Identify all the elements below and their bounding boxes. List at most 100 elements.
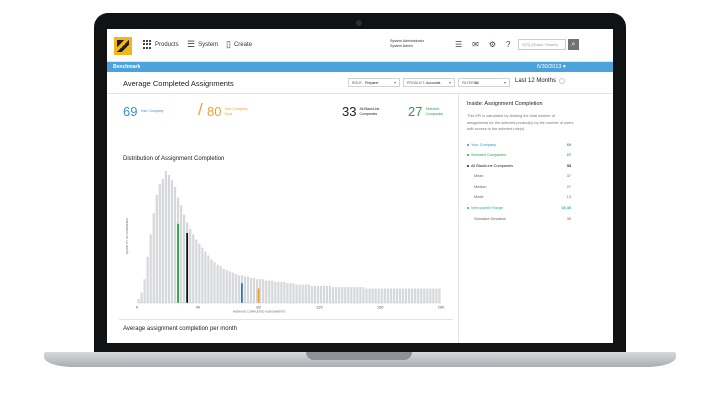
histogram-bar (228, 271, 231, 303)
insight-description: This KPI is calculated by dividing the t… (467, 114, 574, 131)
x-tick-label: 0 (136, 305, 139, 310)
x-tick-label: 160 (377, 305, 384, 310)
kpi-selected-companies: 27 Selected Companies (408, 104, 447, 119)
kpi-label: All BlackLine Companies (359, 107, 380, 116)
kpi-label: Selected Companies (425, 107, 444, 116)
histogram-bar (398, 288, 402, 303)
histogram-bar (401, 288, 405, 303)
histogram-bar (420, 288, 423, 303)
system-menu[interactable]: ☰ System (187, 40, 218, 49)
stat-value: 19-40 (561, 206, 571, 211)
chevron-down-icon: ▾ (393, 80, 396, 85)
histogram-bar (338, 287, 341, 303)
blackline-logo[interactable] (114, 37, 132, 55)
histogram-bar (322, 285, 326, 303)
stat-label: Mean (474, 174, 484, 178)
filters-filter[interactable]: FILTERS: All ▾ (458, 78, 510, 87)
histogram-bar (140, 292, 143, 303)
histogram-bar (368, 288, 371, 303)
stat-label-text: Your Company (471, 142, 496, 147)
role-filter[interactable]: ROLE: Preparer ▾ (348, 78, 400, 87)
search-input[interactable]: IQ7Q (Global / Search) (518, 39, 566, 50)
histogram-bar (359, 287, 362, 303)
histogram-bar (225, 270, 228, 303)
stat-value: 27 (566, 184, 571, 189)
marker-bar (240, 283, 243, 303)
histogram-bar (137, 299, 140, 303)
x-tick-label: 40 (196, 305, 201, 310)
histogram-bar (243, 276, 247, 303)
histogram-bar (295, 284, 298, 303)
histogram-bar (289, 283, 292, 303)
page-title: Average Completed Assignments (123, 79, 234, 88)
marker-bar (186, 233, 189, 303)
stat-label-text: Mean (474, 174, 484, 179)
histogram-bar (152, 213, 155, 303)
chevron-down-icon: ▾ (448, 80, 451, 85)
histogram-bar (392, 288, 395, 303)
gear-icon[interactable]: ⚙ (489, 40, 496, 49)
histogram-bar (265, 280, 268, 303)
x-axis-title: AVERAGE COMPLETED ASSIGNMENTS (233, 310, 286, 314)
kpi-your-company: 69 Your Company (123, 104, 170, 119)
histogram-bar (356, 287, 359, 303)
camera (356, 20, 362, 26)
product-filter[interactable]: PRODUCT: Accounts ▾ (403, 78, 455, 87)
histogram-bar (262, 279, 265, 303)
histogram-bar (179, 205, 183, 303)
info-icon[interactable] (559, 78, 565, 84)
histogram-bar (274, 281, 277, 303)
kpi-label: Your Company (140, 109, 164, 114)
list-icon[interactable]: ☰ (455, 40, 462, 49)
histogram-bar (344, 287, 347, 303)
mail-icon[interactable]: ✉ (472, 40, 479, 49)
laptop-notch (306, 352, 412, 360)
histogram-bar (432, 288, 435, 303)
grid-icon (143, 40, 152, 49)
section-divider (119, 319, 453, 320)
stat-value: 69 (566, 142, 571, 147)
stat-value: 13 (566, 195, 571, 200)
histogram-bar (146, 256, 149, 303)
legend-dot-icon (467, 154, 469, 157)
marker-bar (177, 223, 179, 303)
histogram-svg: QUANTITY OF COMPANIES0 40 80 120 160 200AVERA… (125, 171, 445, 314)
histogram-bar (268, 280, 271, 303)
stat-label-text: Standard Deviation (474, 216, 507, 221)
products-menu[interactable]: Products (143, 40, 179, 49)
search-icon[interactable]: ⌕ (568, 39, 579, 50)
stat-row: Selected Companies 27 (467, 151, 607, 162)
stat-row: Mean 37 (467, 172, 607, 183)
histogram-bar (183, 214, 186, 303)
histogram-bar (195, 239, 198, 303)
top-icons: ☰ ✉ ⚙ ? (455, 40, 511, 49)
date-picker[interactable]: 6/30/2013 ▾ (537, 64, 566, 70)
laptop-lid: Products ☰ System ▯ Create System Admini… (94, 13, 626, 358)
kpi-value: 80 (207, 104, 222, 119)
histogram-bar (417, 288, 420, 303)
app-screen: Products ☰ System ▯ Create System Admini… (107, 29, 613, 343)
create-menu[interactable]: ▯ Create (226, 40, 252, 49)
histogram-bar (192, 234, 195, 303)
x-tick-label: 120 (316, 305, 323, 310)
stats-list: Your Company 69 Selected Companies 27 All Bl… (467, 141, 607, 226)
stat-label: All BlackLine Companies (467, 164, 513, 168)
histogram-bar (231, 272, 234, 303)
histogram-bar (371, 288, 374, 303)
filter-label: PRODUCT: (407, 81, 425, 85)
products-label: Products (155, 41, 179, 48)
histogram-bar (170, 180, 174, 303)
sliders-icon: ☰ (187, 39, 196, 49)
histogram-bar (252, 277, 256, 303)
stat-label-text: Mode (474, 195, 484, 200)
histogram-bar (298, 284, 301, 303)
help-icon[interactable]: ? (506, 40, 510, 49)
user-info[interactable]: System Administrator System Admin (390, 39, 424, 49)
chevron-down-icon: ▾ (503, 80, 506, 85)
top-navigation: Products ☰ System ▯ Create System Admini… (107, 29, 613, 62)
histogram-bar (286, 283, 289, 303)
stat-row: Median 27 (467, 183, 607, 194)
period-label[interactable]: Last 12 Months (515, 78, 556, 84)
histogram-bar (423, 288, 426, 303)
histogram-bar (389, 288, 392, 303)
